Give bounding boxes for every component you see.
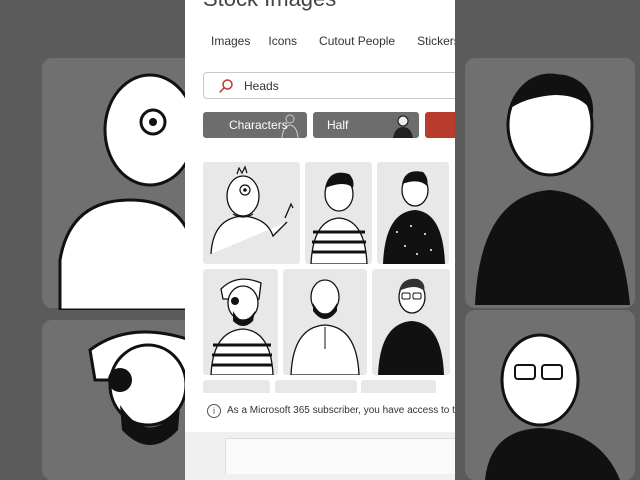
bg-pirate-illustration	[88, 330, 192, 445]
suggestion-chips: Characters Half Characters	[203, 112, 455, 138]
bg-man-glasses-illustration	[485, 333, 620, 480]
tab-images[interactable]: Images	[211, 34, 250, 54]
creature-illustration	[210, 165, 294, 255]
result-tile-pirate[interactable]	[203, 269, 278, 375]
half-character-thumbnail-icon	[393, 115, 413, 138]
tab-icons[interactable]: Icons	[268, 34, 297, 54]
result-tile-glasses-man[interactable]	[372, 269, 450, 375]
document-canvas	[225, 438, 455, 474]
subscriber-notice-text: As a Microsoft 365 subscriber, you have …	[227, 405, 455, 416]
glasses-man-illustration	[378, 278, 444, 375]
bald-bearded-man-illustration	[290, 279, 360, 375]
subscriber-notice: i As a Microsoft 365 subscriber, you hav…	[185, 393, 455, 431]
tab-stickers[interactable]: Stickers	[417, 34, 455, 54]
result-tile-creature[interactable]	[203, 162, 300, 264]
result-tile-dotted-sweater-man[interactable]	[377, 162, 449, 264]
result-tile-striped-man[interactable]	[305, 162, 372, 264]
bg-creature-illustration	[58, 73, 190, 310]
tab-cutout-people[interactable]: Cutout People	[319, 34, 395, 54]
pirate-illustration	[210, 278, 274, 375]
bg-man-sweater-illustration	[475, 73, 630, 305]
document-background	[185, 432, 455, 480]
search-input[interactable]: Heads	[244, 79, 279, 93]
chip-characters-label: Characters	[229, 118, 288, 132]
dotted-sweater-man-illustration	[383, 171, 445, 264]
info-icon: i	[207, 404, 221, 418]
stock-images-dialog: Stock Images Images Icons Cutout People …	[185, 0, 455, 480]
result-tile-bald-bearded-man[interactable]	[283, 269, 367, 375]
striped-shirt-man-illustration	[310, 172, 368, 264]
search-icon	[219, 79, 233, 93]
search-box[interactable]: Heads	[203, 72, 455, 99]
chip-characters[interactable]: Characters	[203, 112, 307, 138]
chip-half-characters-label: Half Characters	[327, 118, 349, 132]
chip-more[interactable]	[425, 112, 455, 138]
dialog-title: Stock Images	[203, 0, 336, 12]
chip-half-characters[interactable]: Half Characters	[313, 112, 419, 138]
category-tabs: Images Icons Cutout People Stickers	[185, 34, 455, 54]
